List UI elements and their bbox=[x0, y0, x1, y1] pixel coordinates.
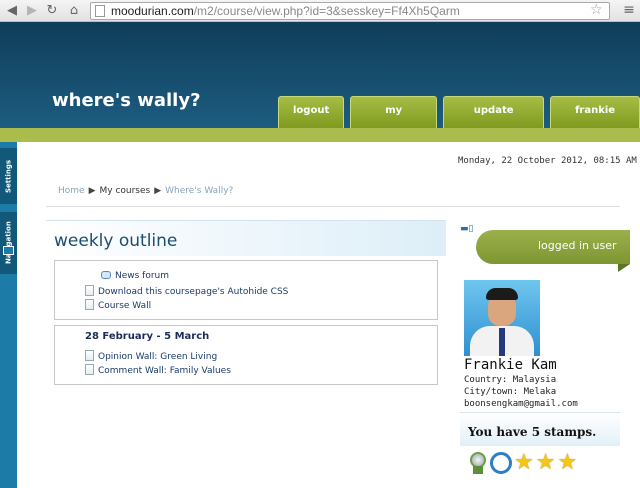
activity-label: Opinion Wall: Green Living bbox=[98, 352, 218, 362]
star-stamp-icon[interactable]: ★ bbox=[536, 452, 556, 474]
user-full-name[interactable]: Frankie Kam bbox=[464, 357, 557, 373]
page-icon bbox=[85, 299, 94, 310]
address-bar[interactable]: moodurian.com/m2/course/view.php?id=3&se… bbox=[90, 2, 610, 20]
breadcrumb-arrow-icon: ▶ bbox=[88, 186, 96, 196]
stamps-count-text: You have 5 stamps. bbox=[468, 425, 597, 439]
divider bbox=[46, 206, 620, 207]
breadcrumb-arrow-icon: ▶ bbox=[154, 186, 162, 196]
logged-in-user-block-header[interactable]: logged in user bbox=[476, 230, 630, 264]
breadcrumb-my-courses[interactable]: My courses bbox=[100, 186, 151, 196]
site-header: where's wally? logout my courses update … bbox=[0, 22, 640, 144]
activity-label: Course Wall bbox=[98, 301, 152, 311]
stamps-summary: You have 5 stamps. bbox=[460, 412, 620, 446]
tab-user-name[interactable]: frankie kam bbox=[550, 96, 640, 144]
user-country: Country: Malaysia bbox=[464, 375, 557, 385]
site-title[interactable]: where's wally? bbox=[52, 90, 201, 111]
header-accent-band bbox=[0, 128, 640, 142]
tab-logout[interactable]: logout bbox=[278, 96, 345, 128]
block-title: logged in user bbox=[538, 239, 617, 252]
header-tabs: logout my courses update profile frankie… bbox=[278, 96, 640, 144]
tab-update-profile[interactable]: update profile bbox=[443, 96, 545, 144]
url-path: /m2/course/view.php?id=3&sesskey=Ff4Xh5Q… bbox=[193, 4, 460, 18]
user-email[interactable]: boonsengkam@gmail.com bbox=[464, 399, 578, 409]
activity-course-wall[interactable]: Course Wall bbox=[85, 299, 151, 311]
wrench-menu-icon[interactable]: ≡ bbox=[620, 2, 638, 20]
reload-icon[interactable]: ↻ bbox=[44, 3, 60, 19]
forward-icon[interactable]: ▶ bbox=[24, 3, 40, 19]
star-stamp-icon[interactable]: ★ bbox=[514, 452, 534, 474]
star-stamp-icon[interactable]: ★ bbox=[557, 452, 577, 474]
block-move-icon[interactable]: ▬▯ bbox=[460, 224, 473, 234]
course-section-0: News forum Download this coursepage's Au… bbox=[54, 260, 438, 320]
dock-tab-navigation[interactable]: Navigation bbox=[0, 212, 17, 274]
dock-toggle-icon[interactable] bbox=[3, 246, 14, 255]
weekly-outline-header: weekly outline bbox=[46, 220, 446, 256]
block-header-fold bbox=[618, 264, 630, 272]
activity-label: Download this coursepage's Autohide CSS bbox=[98, 287, 289, 297]
resource-autohide-css[interactable]: Download this coursepage's Autohide CSS bbox=[85, 285, 288, 297]
activity-label: Comment Wall: Family Values bbox=[98, 366, 231, 376]
user-avatar[interactable] bbox=[464, 280, 540, 356]
forum-icon bbox=[101, 271, 111, 279]
activity-news-forum[interactable]: News forum bbox=[101, 271, 169, 281]
clock-stamp-icon[interactable] bbox=[490, 452, 512, 474]
browser-toolbar: ◀ ▶ ↻ ⌂ moodurian.com/m2/course/view.php… bbox=[0, 0, 640, 22]
page-icon bbox=[95, 5, 105, 17]
stamps-list: ★ ★ ★ bbox=[468, 452, 577, 474]
activity-opinion-wall[interactable]: Opinion Wall: Green Living bbox=[85, 350, 217, 362]
url-text[interactable]: moodurian.com/m2/course/view.php?id=3&se… bbox=[111, 4, 460, 18]
side-dock: Settings Navigation bbox=[0, 142, 17, 488]
section-title: 28 February - 5 March bbox=[85, 331, 210, 342]
breadcrumb-course[interactable]: Where's Wally? bbox=[165, 186, 233, 196]
bookmark-star-icon[interactable]: ☆ bbox=[590, 2, 603, 18]
url-host: moodurian.com bbox=[111, 4, 194, 18]
course-section-1: 28 February - 5 March Opinion Wall: Gree… bbox=[54, 325, 438, 385]
tab-my-courses[interactable]: my courses bbox=[350, 96, 438, 144]
breadcrumb-home[interactable]: Home bbox=[58, 186, 85, 196]
user-city: City/town: Melaka bbox=[464, 387, 557, 397]
current-datetime: Monday, 22 October 2012, 08:15 AM bbox=[458, 156, 637, 166]
activity-comment-wall[interactable]: Comment Wall: Family Values bbox=[85, 364, 231, 376]
award-rosette-icon[interactable] bbox=[468, 452, 488, 474]
page-icon bbox=[85, 364, 94, 375]
activity-label: News forum bbox=[115, 271, 170, 281]
avatar-hair bbox=[486, 288, 518, 300]
breadcrumb: Home ▶ My courses ▶ Where's Wally? bbox=[58, 186, 233, 196]
page-icon bbox=[85, 350, 94, 361]
back-icon[interactable]: ◀ bbox=[4, 3, 20, 19]
document-icon bbox=[85, 285, 94, 296]
dock-tab-settings[interactable]: Settings bbox=[0, 148, 17, 204]
page-title: weekly outline bbox=[54, 231, 178, 251]
home-icon[interactable]: ⌂ bbox=[66, 3, 82, 19]
avatar-tie bbox=[499, 328, 505, 356]
